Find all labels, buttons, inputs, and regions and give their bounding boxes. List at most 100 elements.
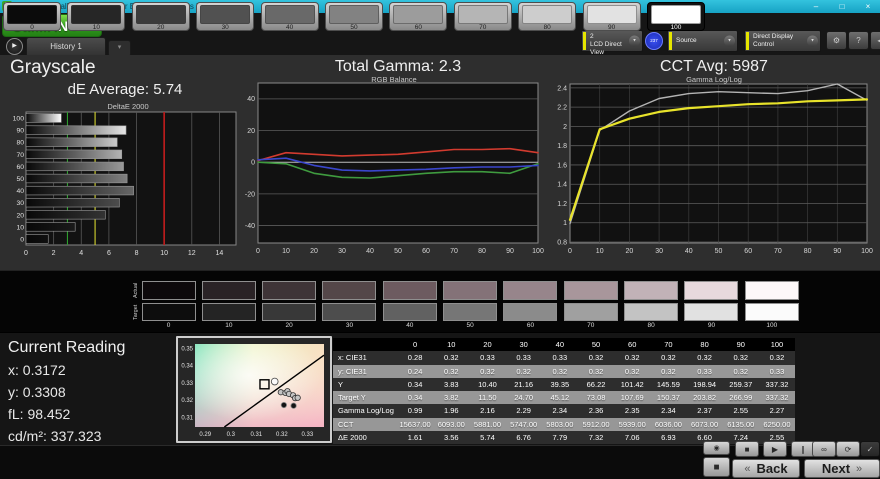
svg-text:10: 10	[16, 224, 24, 231]
reading-x: x: 0.3172	[8, 362, 66, 378]
back-button[interactable]: « Back	[732, 459, 800, 478]
table-cell: 6093.00	[433, 417, 470, 432]
patch-swatch	[329, 5, 379, 24]
table-col-header: 90	[722, 338, 759, 352]
source-dropdown[interactable]: Source ▾	[667, 30, 738, 52]
table-cell: 1.96	[433, 404, 470, 418]
help-icon[interactable]: ?	[848, 31, 869, 50]
patch-button-20[interactable]: 20	[131, 2, 190, 31]
collapse-arrow-icon[interactable]: ◀	[870, 31, 880, 50]
actual-swatch-70	[563, 281, 618, 300]
target-swatch-10	[201, 303, 256, 321]
patch-button-100[interactable]: 100	[647, 2, 705, 31]
svg-text:70: 70	[774, 248, 782, 255]
table-cell: 0.32	[614, 351, 651, 365]
table-cell: 5803.00	[541, 417, 578, 432]
table-cell: 2.34	[541, 404, 578, 418]
table-col-header: 20	[469, 338, 506, 352]
chevron-down-icon[interactable]: ▾	[629, 35, 640, 47]
display-control-dropdown[interactable]: Direct Display Control ▾	[744, 30, 821, 52]
patch-button-60[interactable]: 60	[389, 2, 448, 31]
patch-label: 0	[30, 24, 34, 31]
svg-text:1.8: 1.8	[557, 143, 567, 150]
table-cell: 2.55	[722, 404, 759, 418]
svg-text:4: 4	[79, 250, 83, 257]
svg-text:14: 14	[216, 250, 224, 257]
cie-chromaticity-chart: 0.35 0.34 0.33 0.32 0.31 0.29 0.3 0.31 0.32 0.33	[181, 344, 325, 438]
table-cell: 24.70	[505, 391, 542, 405]
patch-button-10[interactable]: 10	[67, 2, 126, 31]
table-cell: 0.32	[433, 351, 470, 365]
table-cell: 107.69	[614, 391, 651, 405]
swatch-level-label: 80	[647, 322, 655, 329]
table-cell: 198.94	[686, 377, 723, 392]
meter-dropdown[interactable]: X-Rite i1Pro 2 LCD Direct View ▾	[581, 25, 643, 56]
swatch-level-label: 60	[526, 322, 535, 329]
loop-icon[interactable]: ∞	[812, 441, 836, 457]
svg-text:80: 80	[804, 248, 812, 255]
patch-swatch	[457, 5, 508, 24]
table-row-label: Target Y	[333, 391, 397, 405]
table-cell: 0.32	[722, 364, 759, 378]
meter-status-badge: 237	[645, 32, 663, 50]
svg-text:40: 40	[16, 188, 24, 195]
svg-text:70: 70	[450, 248, 458, 255]
table-cell: 0.32	[541, 364, 578, 378]
refresh-icon[interactable]: ⟳	[836, 441, 860, 457]
preview-icon[interactable]: ◉	[703, 441, 730, 455]
chevron-down-icon[interactable]: ▾	[724, 35, 735, 47]
svg-text:80: 80	[478, 248, 486, 255]
confirm-icon[interactable]: ✓	[860, 441, 880, 457]
settings-gear-icon[interactable]: ⚙	[826, 31, 847, 50]
meter-accent-bar	[583, 32, 586, 50]
table-row-label: y: CIE31	[333, 364, 397, 378]
table-cell: 5912.00	[577, 417, 615, 432]
svg-text:0.3: 0.3	[227, 432, 236, 438]
table-cell: 3.83	[433, 377, 470, 392]
table-cell: 6.76	[505, 431, 542, 445]
swatch-level-label: 10	[225, 322, 233, 329]
table-cell: 0.32	[650, 351, 687, 365]
patch-button-40[interactable]: 40	[260, 2, 319, 31]
tab-history-1[interactable]: History 1	[26, 37, 106, 56]
table-cell: 5881.00	[469, 417, 506, 432]
patch-swatch	[264, 5, 315, 24]
table-cell: 0.32	[505, 364, 542, 378]
patch-button-30[interactable]: 30	[196, 2, 255, 31]
actual-swatch-90	[684, 281, 739, 300]
table-col-header: 30	[505, 338, 542, 352]
next-button[interactable]: Next »	[804, 459, 880, 478]
table-cell: 6.93	[650, 431, 687, 445]
patch-button-0[interactable]: 0	[3, 2, 61, 31]
table-cell: 39.35	[541, 377, 578, 392]
table-cell: 203.82	[686, 391, 723, 405]
play-icon[interactable]: ▶	[763, 441, 787, 457]
patch-window-icon[interactable]: ■	[703, 457, 730, 477]
table-col-header: 0	[397, 338, 434, 352]
patch-button-50[interactable]: 50	[325, 2, 383, 31]
patch-button-80[interactable]: 80	[518, 2, 577, 31]
target-swatch-90	[684, 303, 739, 321]
maximize-button[interactable]: □	[834, 0, 850, 13]
close-button[interactable]: ×	[860, 0, 876, 13]
patch-button-90[interactable]: 90	[582, 2, 641, 31]
patch-label: 10	[92, 24, 100, 31]
run-tab-button[interactable]: ▶	[6, 38, 23, 55]
svg-text:0: 0	[20, 236, 24, 243]
target-swatch-20	[262, 303, 317, 321]
table-cell: 5.74	[469, 431, 506, 445]
table-col-header: 100	[758, 338, 796, 352]
chevron-down-icon[interactable]: ▾	[807, 35, 818, 47]
svg-text:0: 0	[256, 248, 260, 255]
stop-icon[interactable]: ■	[735, 441, 759, 457]
target-swatch-60	[503, 303, 558, 321]
table-cell: 0.28	[397, 351, 434, 365]
svg-text:2: 2	[563, 124, 567, 131]
table-cell: 0.32	[577, 364, 615, 378]
actual-swatch-80	[624, 281, 679, 300]
svg-text:0.32: 0.32	[181, 398, 193, 404]
target-row-label: Target	[133, 304, 139, 320]
table-cell: 7.79	[541, 431, 578, 445]
minimize-button[interactable]: –	[808, 0, 824, 13]
patch-button-70[interactable]: 70	[453, 2, 512, 31]
